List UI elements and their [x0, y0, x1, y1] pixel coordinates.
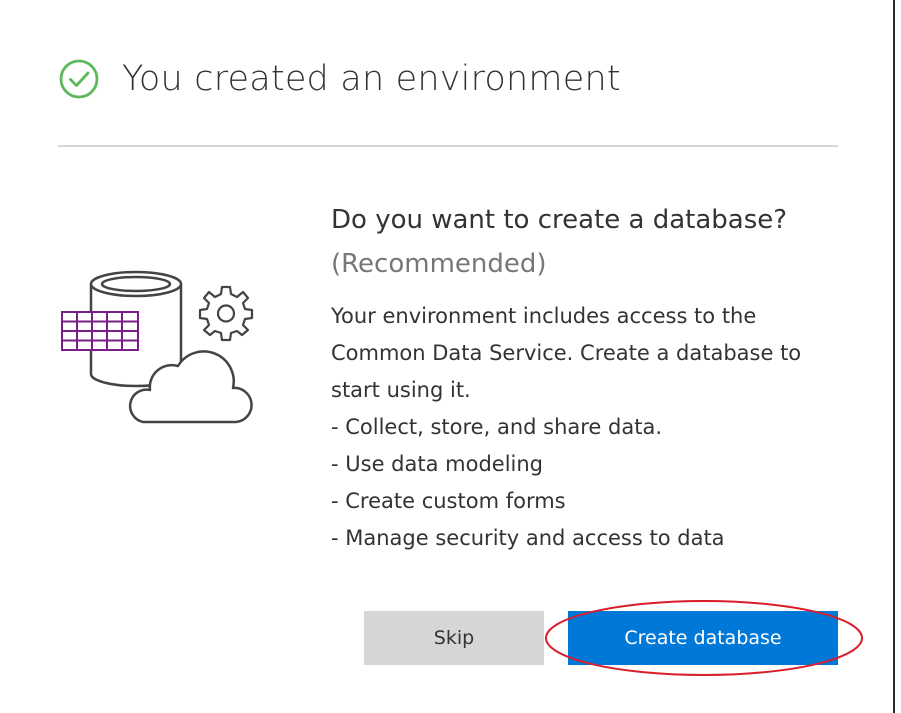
- database-question: Do you want to create a database?: [331, 205, 788, 235]
- page-title: You created an environment: [122, 59, 621, 99]
- description-line: start using it.: [331, 378, 471, 402]
- feature-bullet: - Collect, store, and share data.: [331, 415, 662, 439]
- description-text: Your environment includes access to the …: [331, 298, 851, 557]
- dialog-content: Do you want to create a database? (Recom…: [331, 198, 851, 557]
- recommended-label: (Recommended): [331, 249, 547, 279]
- create-database-button[interactable]: Create database: [568, 611, 838, 665]
- window-edge: [893, 0, 901, 713]
- feature-bullet: - Use data modeling: [331, 452, 543, 476]
- skip-button[interactable]: Skip: [364, 611, 544, 665]
- feature-bullet: - Create custom forms: [331, 489, 566, 513]
- description-line: Common Data Service. Create a database t…: [331, 341, 802, 365]
- gear-icon: [198, 285, 254, 342]
- table-grid-icon: [61, 311, 139, 351]
- check-circle-icon: [59, 59, 99, 99]
- database-cloud-illustration: [61, 270, 254, 424]
- description-line: Your environment includes access to the: [331, 304, 757, 328]
- header-divider: [58, 145, 838, 147]
- feature-bullet: - Manage security and access to data: [331, 526, 725, 550]
- dialog-header: You created an environment: [58, 52, 621, 106]
